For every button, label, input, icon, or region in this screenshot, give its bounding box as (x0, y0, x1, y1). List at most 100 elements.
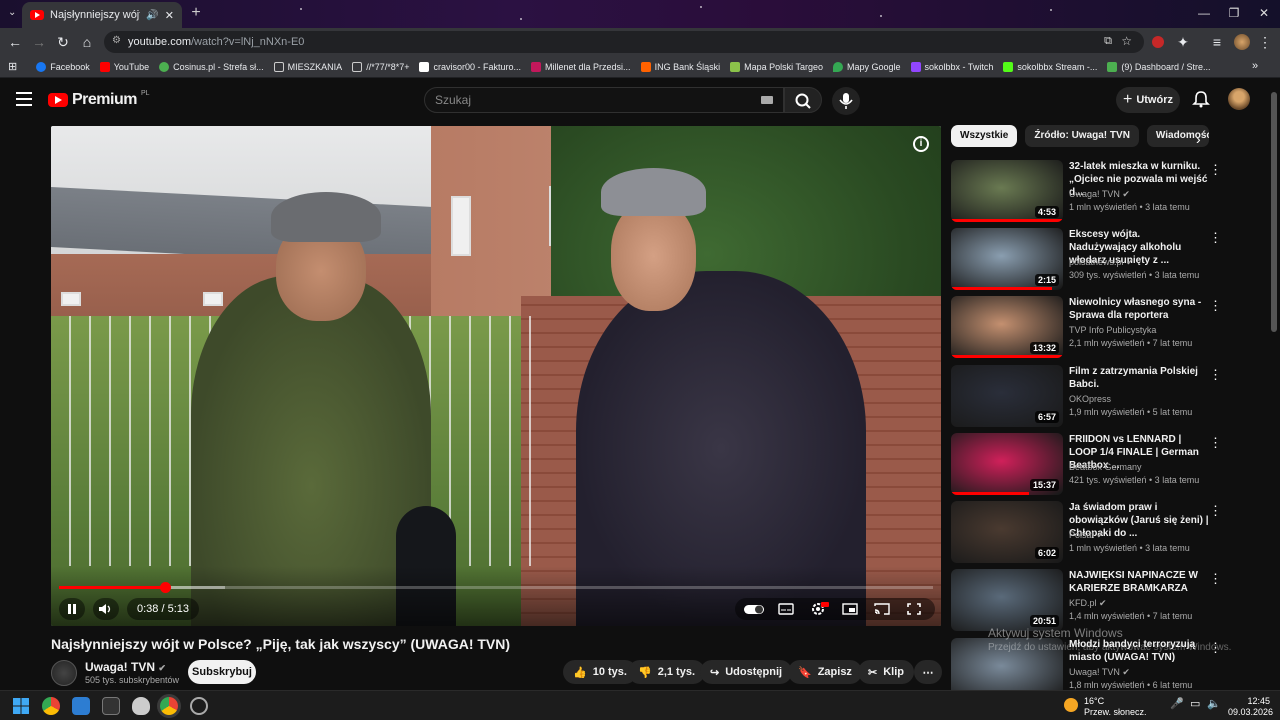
back-icon[interactable]: ← (6, 33, 24, 51)
bookmark-targeo[interactable]: Mapa Polski Targeo (725, 61, 828, 72)
bookmark-kick[interactable]: sokolbbx Stream -... (998, 61, 1102, 72)
new-tab-button[interactable]: + (188, 5, 204, 22)
recommended-channel[interactable]: Polsat (1069, 530, 1094, 540)
cast-button[interactable] (869, 598, 895, 620)
recommended-video[interactable]: 20:51 NAJWIĘKSI NAPINACZE W KARIERZE BRAM… (951, 569, 1251, 631)
tab-search-icon[interactable]: ⌄ (8, 7, 16, 18)
more-vertical-icon[interactable]: ⋮ (1209, 298, 1222, 314)
recommended-channel[interactable]: polsatnews.pl (1069, 257, 1124, 267)
settings-button[interactable] (805, 598, 831, 620)
account-avatar[interactable] (1228, 88, 1250, 110)
bookmark-cravisor[interactable]: cravisor00 - Fakturo... (414, 61, 526, 72)
microphone-tray-icon[interactable]: 🎤 (1170, 699, 1184, 710)
network-icon[interactable]: ▭ (1190, 699, 1200, 710)
save-button[interactable]: 🔖 Zapisz (788, 660, 862, 684)
bookmark-twitch[interactable]: sokolbbx - Twitch (906, 61, 999, 72)
recommended-video[interactable]: 15:37 FRIIDON vs LENNARD | LOOP 1/4 FINAL… (951, 433, 1251, 495)
windows-start-icon[interactable] (12, 697, 30, 715)
app-icon[interactable] (102, 697, 120, 715)
address-bar[interactable]: ⚙ youtube.com/watch?v=lNj_nNXn-E0 ⧉ ☆ (104, 31, 1144, 53)
youtube-premium-logo[interactable]: Premium PL (48, 90, 150, 109)
dislike-button[interactable]: 👎 2,1 tys. (628, 660, 706, 684)
subscribe-button[interactable]: Subskrybuj (188, 660, 256, 684)
info-icon[interactable]: i (913, 136, 929, 152)
forward-icon[interactable]: → (30, 33, 48, 51)
recommended-channel[interactable]: TVP Info Publicystyka (1069, 325, 1156, 335)
chip-source[interactable]: Źródło: Uwaga! TVN (1025, 125, 1139, 147)
pause-button[interactable] (59, 598, 85, 620)
scrubber-handle[interactable] (159, 582, 171, 593)
recommended-channel[interactable]: OKOpress (1069, 394, 1111, 404)
bookmark-google-maps[interactable]: Mapy Google (828, 61, 906, 72)
bookmark-cosinus[interactable]: Cosinus.pl - Strefa sł... (154, 61, 269, 72)
page-scrollbar[interactable] (1271, 92, 1277, 332)
chrome-active-icon[interactable] (160, 697, 178, 715)
bookmark-millenet[interactable]: Millenet dla Przedsi... (526, 61, 636, 72)
monitor-app-icon[interactable] (72, 697, 90, 715)
search-button[interactable] (784, 87, 822, 113)
recommended-video[interactable]: 6:02 Ja świadom praw i obowiązków (Jaruś … (951, 501, 1251, 563)
bookmark-star-icon[interactable]: ☆ (1121, 34, 1132, 48)
browser-tab-active[interactable]: Najsłynniejszy wójt w Polsc 🔊 ✕ (22, 2, 182, 28)
bookmark-dashboard[interactable]: (9) Dashboard / Stre... (1102, 61, 1215, 72)
video-thumbnail[interactable]: 20:51 (951, 569, 1063, 631)
chrome-menu-icon[interactable]: ⋮ (1256, 33, 1274, 51)
weather-widget[interactable]: 16°C Przew. słonecz. (1084, 696, 1147, 718)
bookmark-youtube[interactable]: YouTube (95, 61, 154, 72)
minimize-window-button[interactable]: — (1194, 6, 1214, 20)
bookmark-facebook[interactable]: Facebook (22, 61, 95, 72)
recommended-channel[interactable]: Uwaga! TVN (1069, 667, 1120, 677)
video-thumbnail[interactable]: 6:02 (951, 501, 1063, 563)
media-control-icon[interactable]: ≡ (1208, 33, 1226, 51)
bookmark-folder-2[interactable]: //*77/*8*7+ (347, 61, 414, 72)
subtitles-button[interactable] (773, 598, 799, 620)
reload-icon[interactable]: ↻ (54, 33, 72, 51)
more-vertical-icon[interactable]: ⋮ (1209, 230, 1222, 246)
more-vertical-icon[interactable]: ⋮ (1209, 503, 1222, 519)
more-vertical-icon[interactable]: ⋮ (1209, 162, 1222, 178)
more-bookmarks-icon[interactable]: » (1252, 60, 1258, 72)
shield-icon[interactable] (132, 697, 150, 715)
chevron-right-icon[interactable]: › (1196, 131, 1201, 147)
home-icon[interactable]: ⌂ (78, 33, 96, 51)
video-thumbnail[interactable]: 4:53 (951, 160, 1063, 222)
speaker-tray-icon[interactable]: 🔈 (1207, 699, 1221, 710)
recommended-title[interactable]: NAJWIĘKSI NAPINACZE W KARIERZE BRAMKARZA (1069, 569, 1209, 595)
clock[interactable]: 12:45 09.03.2026 (1228, 696, 1273, 718)
volume-button[interactable] (93, 598, 119, 620)
install-app-icon[interactable]: ⧉ (1104, 35, 1112, 48)
recommended-channel[interactable]: Uwaga! TVN (1069, 189, 1120, 199)
channel-avatar[interactable] (51, 660, 77, 686)
recommended-channel[interactable]: Beatbox Germany (1069, 462, 1142, 472)
recommended-video[interactable]: 6:57 Film z zatrzymania Polskiej Babci. OK… (951, 365, 1251, 427)
weather-sun-icon[interactable] (1064, 698, 1078, 712)
extension-icon[interactable] (1152, 36, 1164, 48)
profile-avatar[interactable] (1234, 34, 1250, 50)
more-vertical-icon[interactable]: ⋮ (1209, 435, 1222, 451)
voice-search-button[interactable] (832, 87, 860, 115)
apps-grid-icon[interactable]: ⊞ (0, 60, 22, 73)
channel-name-row[interactable]: Uwaga! TVN ✔ (85, 660, 166, 674)
recommended-channel[interactable]: KFD.pl (1069, 598, 1097, 608)
bookmark-ing[interactable]: ING Bank Śląski (636, 61, 726, 72)
menu-icon[interactable] (16, 92, 32, 106)
recommended-title[interactable]: Film z zatrzymania Polskiej Babci. (1069, 365, 1209, 391)
autoplay-toggle[interactable] (741, 598, 767, 620)
recommended-title[interactable]: Niewolnicy własnego syna - Sprawa dla re… (1069, 296, 1209, 322)
chip-all[interactable]: Wszystkie (951, 125, 1018, 147)
like-button[interactable]: 👍 10 tys. (563, 660, 637, 684)
video-thumbnail[interactable]: 13:32 (951, 296, 1063, 358)
clip-button[interactable]: ✂ Klip (858, 660, 914, 684)
settings-app-icon[interactable] (190, 697, 208, 715)
share-button[interactable]: ↪ Udostępnij (700, 660, 793, 684)
close-tab-icon[interactable]: ✕ (165, 9, 174, 22)
close-window-button[interactable]: ✕ (1254, 6, 1274, 20)
recommended-video[interactable]: 2:15 Ekscesy wójta. Nadużywający alkoholu… (951, 228, 1251, 290)
video-player[interactable]: i 0:38 / 5:13 (51, 126, 941, 626)
keyboard-icon[interactable] (761, 96, 773, 104)
create-button[interactable]: + Utwórz (1116, 87, 1180, 113)
notifications-bell-icon[interactable] (1192, 90, 1210, 108)
chrome-icon[interactable] (42, 697, 60, 715)
miniplayer-button[interactable] (837, 598, 863, 620)
recommended-video[interactable]: 4:53 32-latek mieszka w kurniku. „Ojciec … (951, 160, 1251, 222)
